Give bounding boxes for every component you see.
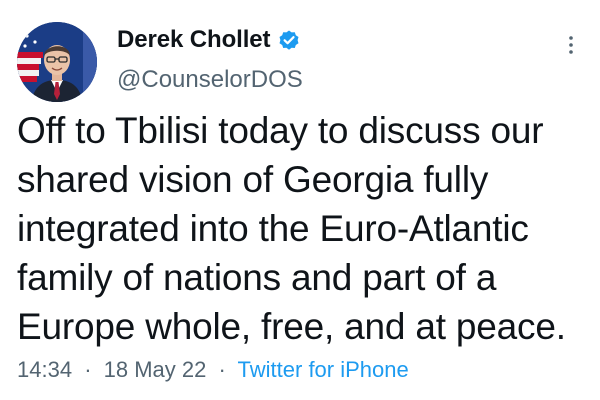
author-display-name[interactable]: Derek Chollet	[117, 26, 271, 54]
verified-badge-icon	[277, 28, 301, 52]
meta-separator: ·	[218, 357, 226, 382]
tweet-text-line: family of nations and part of a	[17, 257, 497, 298]
tweet-date[interactable]: 18 May 22	[104, 357, 207, 382]
meta-separator: ·	[84, 357, 92, 382]
author-handle[interactable]: @CounselorDOS	[117, 66, 303, 94]
author-name-row[interactable]: Derek Chollet	[117, 26, 301, 54]
more-options-icon[interactable]	[562, 33, 580, 57]
tweet-source-link[interactable]: Twitter for iPhone	[238, 357, 409, 382]
tweet-time[interactable]: 14:34	[17, 357, 72, 382]
tweet-text-line: integrated into the Euro-Atlantic	[17, 208, 529, 249]
tweet-meta: 14:34 · 18 May 22 · Twitter for iPhone	[17, 357, 409, 383]
avatar-photo	[17, 22, 97, 102]
tweet-card: Derek Chollet @CounselorDOS Off to Tbili…	[0, 0, 600, 400]
tweet-text: Off to Tbilisi today to discuss our shar…	[17, 106, 587, 351]
tweet-text-line: shared vision of Georgia fully	[17, 159, 489, 200]
tweet-text-line: Europe whole, free, and at peace.	[17, 306, 566, 347]
tweet-text-line: Off to Tbilisi today to discuss our	[17, 110, 544, 151]
avatar[interactable]	[17, 22, 97, 102]
